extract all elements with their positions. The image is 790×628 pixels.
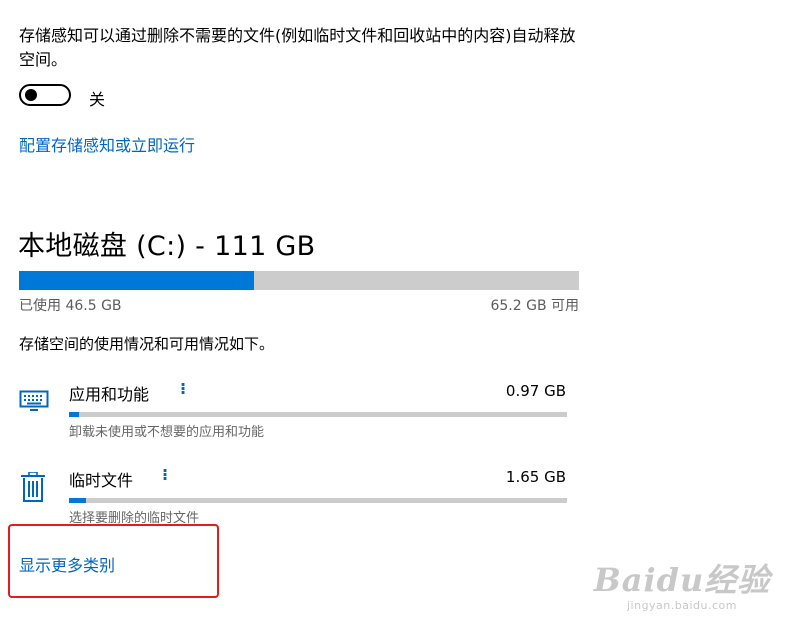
more-options-icon[interactable]: ⁝ [162,465,168,484]
toggle-knob [25,89,37,101]
toggle-state-label: 关 [89,90,106,109]
configure-storage-sense-link[interactable]: 配置存储感知或立即运行 [19,132,195,156]
storage-sense-description: 存储感知可以通过删除不需要的文件(例如临时文件和回收站中的内容)自动释放空间。 [19,26,576,69]
baidu-watermark: Baidu经验 jingyan.baidu.com [582,555,782,612]
disk-free-label: 65.2 GB 可用 [490,298,579,314]
category-usage-fill [69,498,87,503]
more-options-icon[interactable]: ⁝ [180,379,186,398]
category-size: 0.97 GB [505,382,566,400]
category-usage-bar [69,498,567,503]
disk-usage-fill [19,271,254,290]
category-temp-files[interactable]: 临时文件 ⁝ 1.65 GB 选择要删除的临时文件 [0,456,600,526]
show-more-categories-link[interactable]: 显示更多类别 [19,552,115,576]
category-usage-bar [69,412,567,417]
watermark-main-text: Baidu经验 [593,561,771,599]
keyboard-icon [19,390,49,414]
disk-usage-bar [19,271,579,290]
category-description: 卸载未使用或不想要的应用和功能 [69,425,265,440]
storage-intro-text: 存储空间的使用情况和可用情况如下。 [19,335,275,353]
category-name: 应用和功能 [69,385,150,404]
disk-title: 本地磁盘 (C:) - 111 GB [18,231,316,262]
storage-sense-toggle[interactable] [19,84,71,106]
category-size: 1.65 GB [505,468,566,486]
category-usage-fill [69,412,79,417]
trash-icon [21,471,45,502]
category-apps[interactable]: 应用和功能 ⁝ 0.97 GB 卸载未使用或不想要的应用和功能 [0,370,600,440]
disk-used-label: 已使用 46.5 GB [19,298,122,314]
category-name: 临时文件 [69,471,134,490]
